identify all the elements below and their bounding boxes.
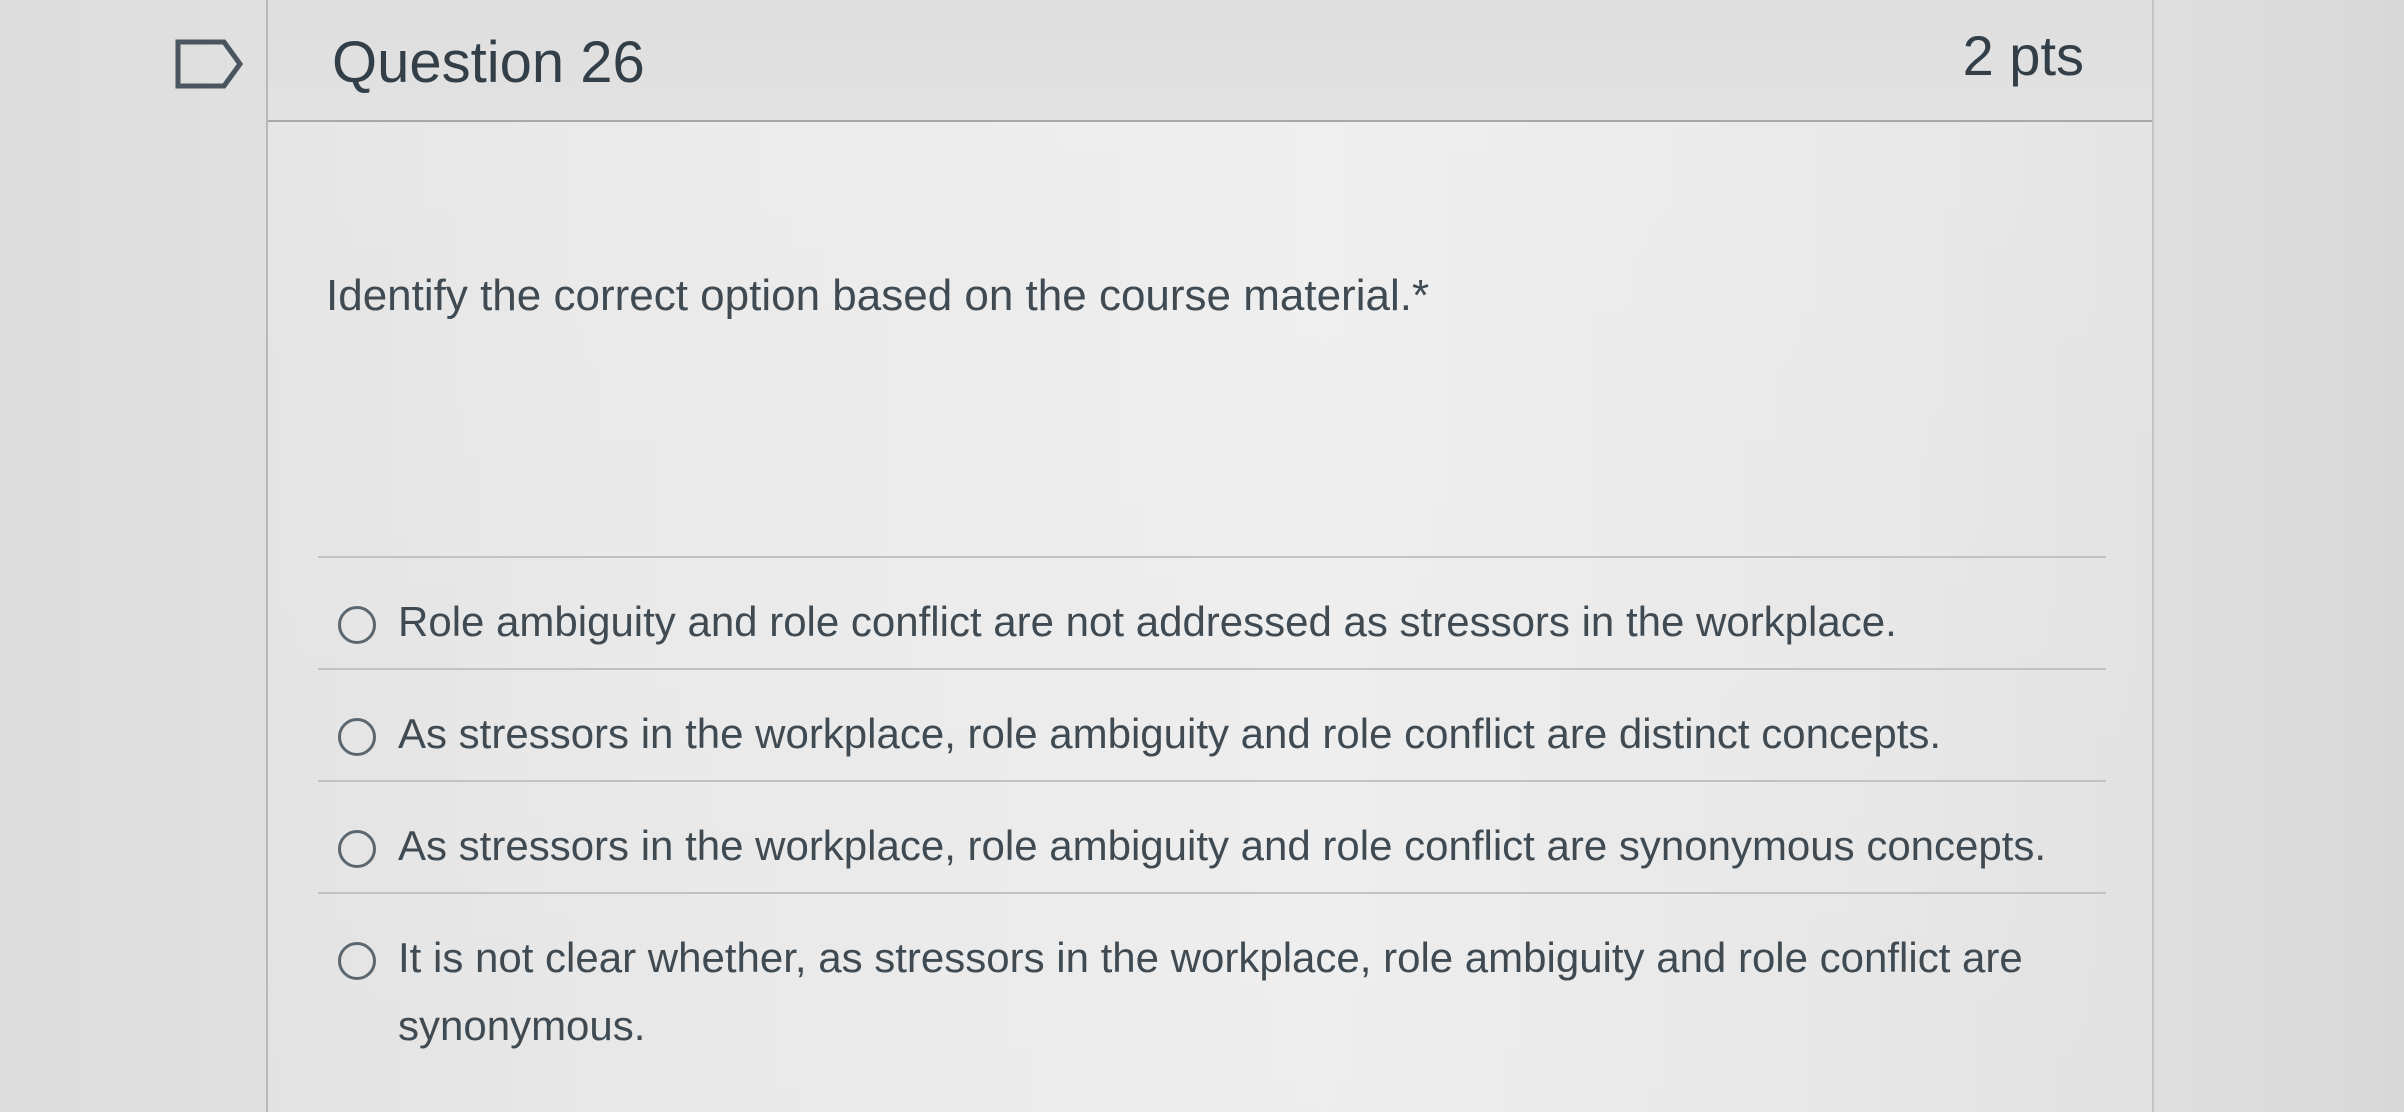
answer-list: Role ambiguity and role conflict are not… [318, 556, 2106, 1092]
answer-option[interactable]: It is not clear whether, as stressors in… [318, 892, 2106, 1092]
question-points: 2 pts [1962, 24, 2084, 87]
answer-option[interactable]: Role ambiguity and role conflict are not… [318, 556, 2106, 668]
question-card: Question 26 2 pts Identify the correct o… [266, 0, 2154, 1112]
question-title: Question 26 [332, 30, 645, 95]
flag-outline-icon[interactable] [174, 38, 246, 90]
question-prompt: Identify the correct option based on the… [326, 271, 1430, 320]
radio-button[interactable] [338, 718, 376, 756]
question-header: Question 26 2 pts [268, 0, 2152, 122]
radio-button[interactable] [338, 942, 376, 980]
radio-button[interactable] [338, 606, 376, 644]
answer-label[interactable]: As stressors in the workplace, role ambi… [398, 812, 2046, 880]
quiz-page: Question 26 2 pts Identify the correct o… [0, 0, 2404, 1112]
radio-button[interactable] [338, 830, 376, 868]
answer-option[interactable]: As stressors in the workplace, role ambi… [318, 668, 2106, 780]
answer-label[interactable]: It is not clear whether, as stressors in… [398, 924, 2118, 1060]
answer-option[interactable]: As stressors in the workplace, role ambi… [318, 780, 2106, 892]
answer-label[interactable]: As stressors in the workplace, role ambi… [398, 700, 1941, 768]
answer-label[interactable]: Role ambiguity and role conflict are not… [398, 588, 1897, 656]
